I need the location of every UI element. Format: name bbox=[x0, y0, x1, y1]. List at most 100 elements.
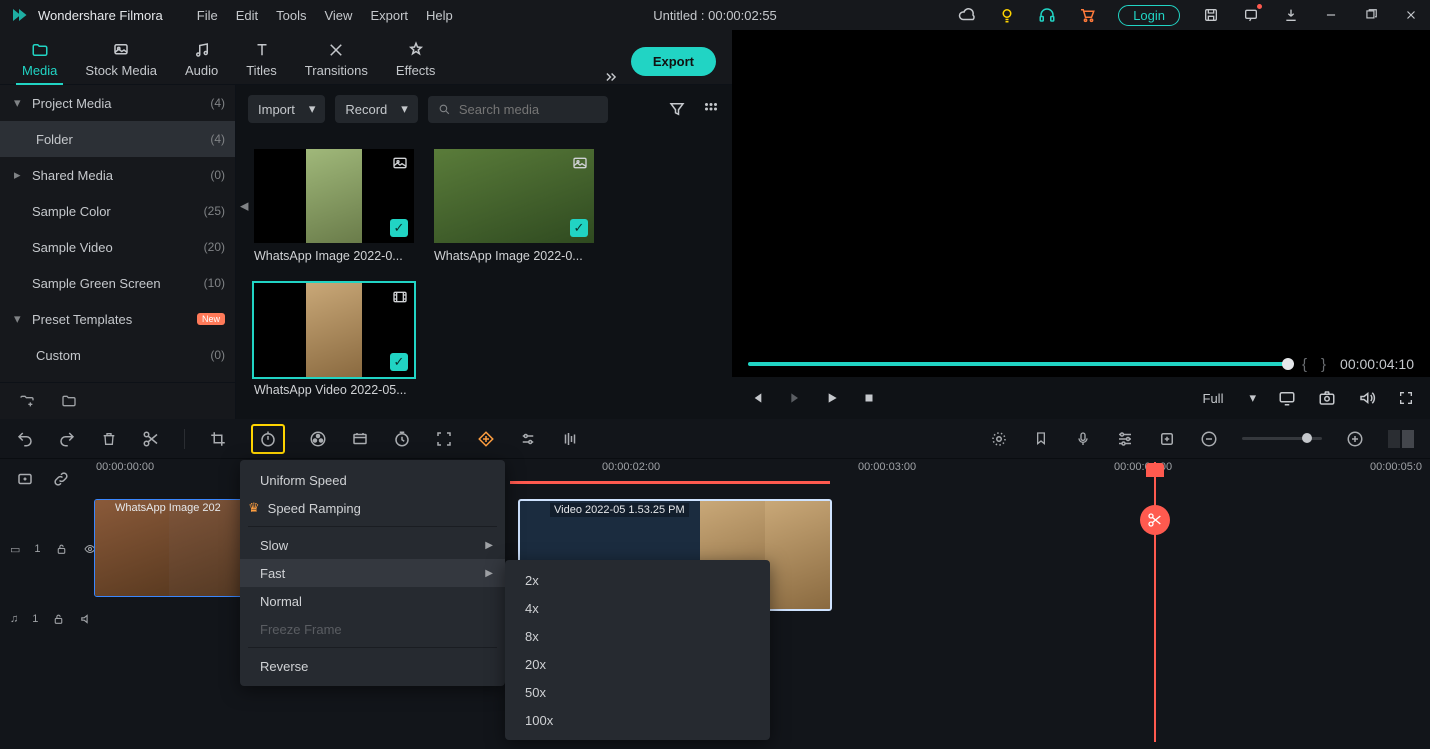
download-icon[interactable] bbox=[1282, 6, 1300, 24]
crop-icon[interactable] bbox=[209, 430, 227, 448]
menu-export[interactable]: Export bbox=[370, 8, 408, 23]
delete-icon[interactable] bbox=[100, 430, 118, 448]
audio-adjust-icon[interactable] bbox=[561, 430, 579, 448]
speed-2x[interactable]: 2x bbox=[505, 566, 770, 594]
ctx-slow[interactable]: Slow▶ bbox=[240, 531, 505, 559]
motion-tracking-icon[interactable] bbox=[990, 430, 1008, 448]
speed-50x[interactable]: 50x bbox=[505, 678, 770, 706]
layout-toggle-a[interactable] bbox=[1388, 430, 1400, 448]
ctx-speed-ramping[interactable]: ♛Speed Ramping bbox=[240, 494, 505, 522]
progress-knob[interactable] bbox=[1282, 358, 1294, 370]
redo-icon[interactable] bbox=[58, 430, 76, 448]
step-fwd-icon[interactable] bbox=[786, 390, 802, 406]
message-icon[interactable] bbox=[1242, 6, 1260, 24]
login-button[interactable]: Login bbox=[1118, 5, 1180, 26]
mute-icon[interactable] bbox=[79, 612, 94, 626]
add-track-icon[interactable] bbox=[16, 470, 34, 488]
menu-file[interactable]: File bbox=[197, 8, 218, 23]
folder-icon[interactable] bbox=[60, 393, 78, 409]
playhead-handle[interactable] bbox=[1146, 463, 1164, 477]
speed-8x[interactable]: 8x bbox=[505, 622, 770, 650]
sidebar-item-custom[interactable]: Custom(0) bbox=[0, 337, 235, 373]
tab-effects[interactable]: Effects bbox=[382, 37, 450, 84]
import-dropdown[interactable]: Import▾ bbox=[248, 95, 325, 123]
filter-icon[interactable] bbox=[668, 100, 686, 118]
snapshot-icon[interactable] bbox=[1318, 389, 1336, 407]
autoreframe-icon[interactable] bbox=[435, 430, 453, 448]
tab-audio[interactable]: Audio bbox=[171, 37, 232, 84]
maximize-icon[interactable] bbox=[1362, 6, 1380, 24]
sidebar-item-preset-templates[interactable]: ▾Preset TemplatesNew bbox=[0, 301, 235, 337]
fullscreen-icon[interactable] bbox=[1398, 390, 1414, 406]
speed-4x[interactable]: 4x bbox=[505, 594, 770, 622]
zoom-in-icon[interactable] bbox=[1346, 430, 1364, 448]
render-icon[interactable] bbox=[351, 430, 369, 448]
sidebar-item-project-media[interactable]: ▾Project Media(4) bbox=[0, 85, 235, 121]
add-marker-icon[interactable] bbox=[1158, 430, 1176, 448]
mark-out-icon[interactable]: } bbox=[1321, 356, 1326, 373]
keyframe-icon[interactable] bbox=[477, 430, 495, 448]
headset-icon[interactable] bbox=[1038, 6, 1056, 24]
split-badge-icon[interactable] bbox=[1140, 505, 1170, 535]
save-icon[interactable] bbox=[1202, 6, 1220, 24]
quality-dropdown[interactable]: Full▾ bbox=[1203, 390, 1256, 406]
menu-view[interactable]: View bbox=[324, 8, 352, 23]
play-icon[interactable] bbox=[824, 390, 840, 406]
search-field[interactable] bbox=[459, 102, 598, 117]
volume-icon[interactable] bbox=[1358, 389, 1376, 407]
sidebar-item-sample-color[interactable]: Sample Color(25) bbox=[0, 193, 235, 229]
duration-icon[interactable] bbox=[393, 430, 411, 448]
media-clip[interactable]: ◀ ✓ WhatsApp Image 2022-0... bbox=[254, 149, 414, 263]
ctx-fast[interactable]: Fast▶ bbox=[240, 559, 505, 587]
ctx-uniform-speed[interactable]: Uniform Speed bbox=[240, 466, 505, 494]
lock-icon[interactable] bbox=[52, 612, 65, 626]
nav-prev-icon[interactable]: ◀ bbox=[240, 200, 248, 213]
step-back-icon[interactable] bbox=[748, 390, 764, 406]
record-dropdown[interactable]: Record▾ bbox=[335, 95, 417, 123]
tab-titles[interactable]: Titles bbox=[232, 37, 291, 84]
sidebar-item-folder[interactable]: Folder(4) bbox=[0, 121, 235, 157]
minimize-icon[interactable] bbox=[1322, 6, 1340, 24]
layout-toggle-b[interactable] bbox=[1402, 430, 1414, 448]
new-folder-icon[interactable] bbox=[18, 393, 36, 409]
menu-tools[interactable]: Tools bbox=[276, 8, 306, 23]
split-icon[interactable] bbox=[142, 430, 160, 448]
display-icon[interactable] bbox=[1278, 389, 1296, 407]
speed-icon[interactable] bbox=[251, 424, 285, 454]
mixer-icon[interactable] bbox=[1116, 430, 1134, 448]
tab-transitions[interactable]: Transitions bbox=[291, 37, 382, 84]
export-button[interactable]: Export bbox=[631, 47, 716, 76]
media-clip[interactable]: ✓ WhatsApp Image 2022-0... bbox=[434, 149, 594, 263]
stop-icon[interactable] bbox=[862, 391, 876, 405]
speed-20x[interactable]: 20x bbox=[505, 650, 770, 678]
sidebar-item-sample-green[interactable]: Sample Green Screen(10) bbox=[0, 265, 235, 301]
zoom-range-bar[interactable] bbox=[510, 481, 830, 484]
speed-100x[interactable]: 100x bbox=[505, 706, 770, 734]
search-input[interactable] bbox=[428, 96, 608, 123]
zoom-out-icon[interactable] bbox=[1200, 430, 1218, 448]
voiceover-icon[interactable] bbox=[1074, 430, 1092, 448]
color-icon[interactable] bbox=[309, 430, 327, 448]
zoom-slider[interactable] bbox=[1242, 437, 1322, 440]
link-icon[interactable] bbox=[52, 470, 70, 488]
sidebar-item-sample-video[interactable]: Sample Video(20) bbox=[0, 229, 235, 265]
lightbulb-icon[interactable] bbox=[998, 6, 1016, 24]
timeline-clip-image[interactable]: WhatsApp Image 202 bbox=[94, 499, 244, 597]
tab-stock-media[interactable]: Stock Media bbox=[71, 37, 171, 84]
preview-progress[interactable] bbox=[748, 362, 1288, 366]
menu-edit[interactable]: Edit bbox=[236, 8, 258, 23]
sidebar-item-shared-media[interactable]: ▸Shared Media(0) bbox=[0, 157, 235, 193]
undo-icon[interactable] bbox=[16, 430, 34, 448]
ctx-reverse[interactable]: Reverse bbox=[240, 652, 505, 680]
mark-in-icon[interactable]: { bbox=[1302, 356, 1307, 373]
grid-view-icon[interactable] bbox=[702, 100, 720, 118]
lock-icon[interactable] bbox=[55, 542, 68, 556]
cloud-icon[interactable] bbox=[958, 6, 976, 24]
tab-media[interactable]: Media bbox=[8, 37, 71, 84]
video-preview[interactable] bbox=[732, 30, 1430, 351]
adjust-icon[interactable] bbox=[519, 430, 537, 448]
ctx-normal[interactable]: Normal bbox=[240, 587, 505, 615]
menu-help[interactable]: Help bbox=[426, 8, 453, 23]
expand-tabs-icon[interactable] bbox=[591, 70, 631, 84]
cart-icon[interactable] bbox=[1078, 6, 1096, 24]
